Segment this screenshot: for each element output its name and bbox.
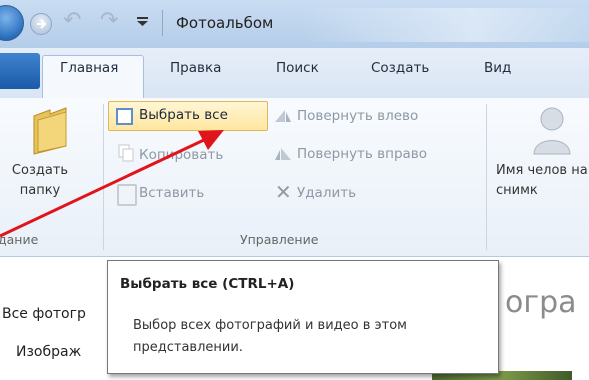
- annotation-arrow: [0, 130, 224, 238]
